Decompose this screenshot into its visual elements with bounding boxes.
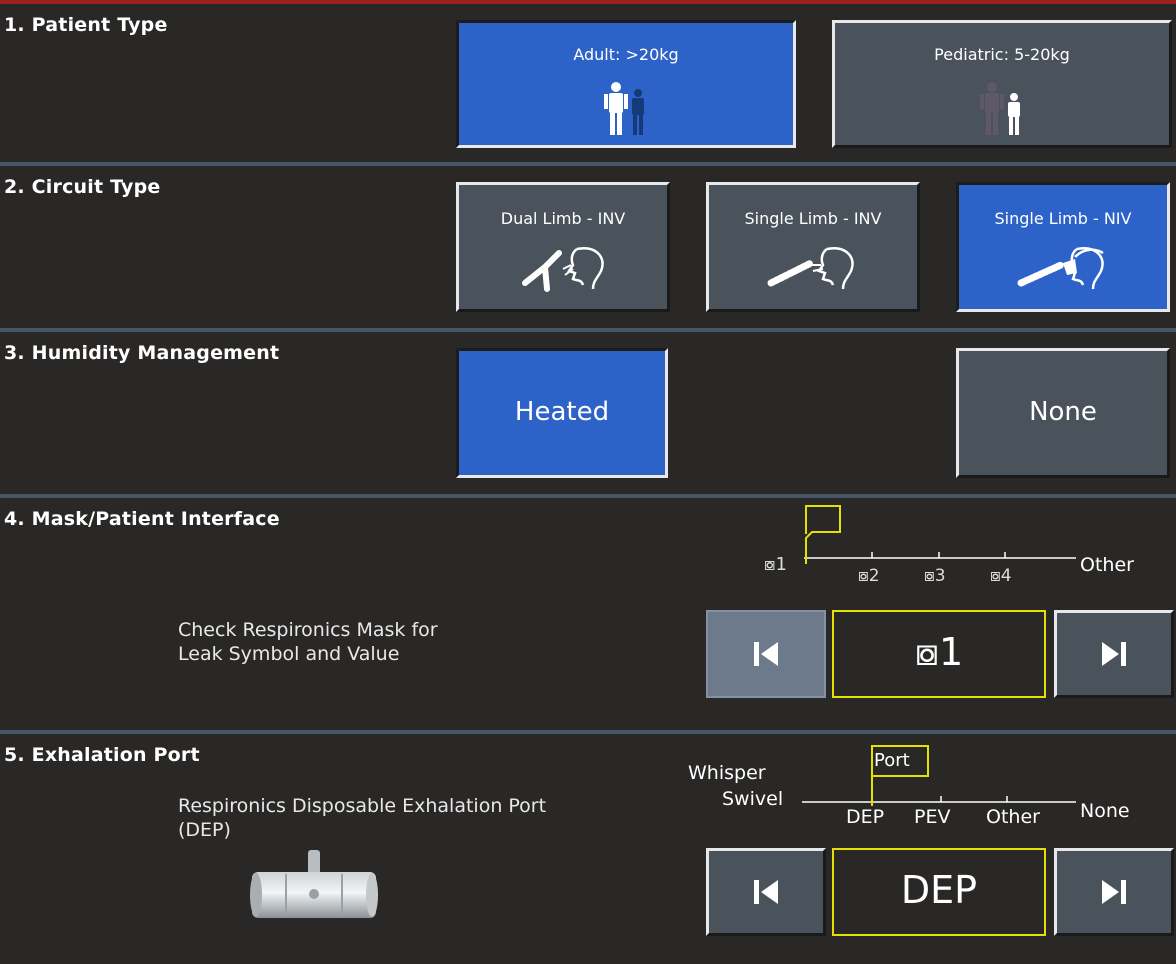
- dual-limb-circuit-icon: [459, 243, 667, 293]
- pediatric-figures-icon: [835, 81, 1169, 135]
- mask-marker-flag: [805, 505, 841, 564]
- mask-scale-label-2: ⧇2: [858, 566, 880, 586]
- section-title: 4. Mask/Patient Interface: [4, 508, 280, 530]
- mask-info-text: Check Respironics Mask for Leak Symbol a…: [178, 618, 438, 666]
- section-title: 2. Circuit Type: [4, 176, 161, 198]
- mask-prev-button[interactable]: [706, 610, 826, 698]
- single-limb-inv-icon: [709, 243, 917, 293]
- exhalation-info-text: Respironics Disposable Exhalation Port (…: [178, 794, 546, 842]
- exhalation-value-display: DEP: [832, 848, 1046, 936]
- mask-info-line-1: Check Respironics Mask for: [178, 619, 438, 641]
- skip-back-icon: [754, 642, 778, 666]
- mask-scale-label-1: ⧇1: [764, 554, 787, 575]
- heated-label: Heated: [514, 397, 610, 427]
- humidity-section: 3. Humidity Management Heated None: [0, 332, 1176, 494]
- exhalation-scale-label-other: Other: [986, 806, 1040, 828]
- exhalation-info-line-1: Respironics Disposable Exhalation Port: [178, 795, 547, 817]
- mask-interface-section: 4. Mask/Patient Interface ⧇1 ⧇2 ⧇3 ⧇4 Ot…: [0, 498, 1176, 730]
- skip-forward-icon: [1102, 880, 1126, 904]
- mask-info-line-2: Leak Symbol and Value: [178, 643, 400, 665]
- circuit-type-section: 2. Circuit Type Dual Limb - INV Single L…: [0, 166, 1176, 328]
- dual-limb-inv-button[interactable]: Dual Limb - INV: [456, 182, 670, 312]
- adult-label: Adult: >20kg: [573, 45, 679, 64]
- exhalation-prev-button[interactable]: [706, 848, 826, 936]
- mask-scale: [804, 505, 1076, 564]
- humidity-none-button[interactable]: None: [956, 348, 1170, 478]
- mask-scale-label-3: ⧇3: [924, 566, 946, 586]
- exhalation-port-section: 5. Exhalation Port Whisper Swivel Port D…: [0, 734, 1176, 964]
- mask-scale-label-4: ⧇4: [990, 566, 1012, 586]
- single-limb-niv-button[interactable]: Single Limb - NIV: [956, 182, 1170, 312]
- exhalation-next-button[interactable]: [1054, 848, 1174, 936]
- adult-button[interactable]: Adult: >20kg: [456, 20, 796, 148]
- skip-back-icon: [754, 880, 778, 904]
- single-limb-inv-label: Single Limb - INV: [744, 209, 882, 228]
- single-limb-inv-button[interactable]: Single Limb - INV: [706, 182, 920, 312]
- dual-limb-inv-label: Dual Limb - INV: [500, 209, 626, 228]
- section-title: 1. Patient Type: [4, 14, 168, 36]
- mask-value-display: ⧇1: [832, 610, 1046, 698]
- section-title: 5. Exhalation Port: [4, 744, 200, 766]
- heated-button[interactable]: Heated: [456, 348, 668, 478]
- exhalation-info-line-2: (DEP): [178, 819, 231, 841]
- pediatric-label: Pediatric: 5-20kg: [934, 45, 1070, 64]
- single-limb-niv-icon: [959, 243, 1167, 293]
- exhalation-port-photo: [250, 850, 378, 918]
- port-marker-label: Port: [874, 750, 910, 771]
- skip-forward-icon: [1102, 642, 1126, 666]
- whisper-label: Whisper: [688, 762, 766, 784]
- swivel-label: Swivel: [722, 788, 784, 810]
- mask-current-value: ⧇1: [914, 630, 964, 674]
- adult-figures-icon: [459, 81, 793, 135]
- patient-type-section: 1. Patient Type Adult: >20kg Pediatric: …: [0, 4, 1176, 162]
- exhalation-scale-label-none: None: [1080, 800, 1130, 822]
- exhalation-scale-label-dep: DEP: [846, 806, 885, 828]
- humidity-none-label: None: [1029, 397, 1097, 427]
- section-title: 3. Humidity Management: [4, 342, 280, 364]
- single-limb-niv-label: Single Limb - NIV: [994, 209, 1132, 228]
- exhalation-scale-label-pev: PEV: [914, 806, 951, 828]
- mask-scale-label-other: Other: [1080, 554, 1134, 576]
- exhalation-scale: [802, 745, 1076, 806]
- exhalation-current-value: DEP: [900, 868, 978, 912]
- pediatric-button[interactable]: Pediatric: 5-20kg: [832, 20, 1172, 148]
- mask-next-button[interactable]: [1054, 610, 1174, 698]
